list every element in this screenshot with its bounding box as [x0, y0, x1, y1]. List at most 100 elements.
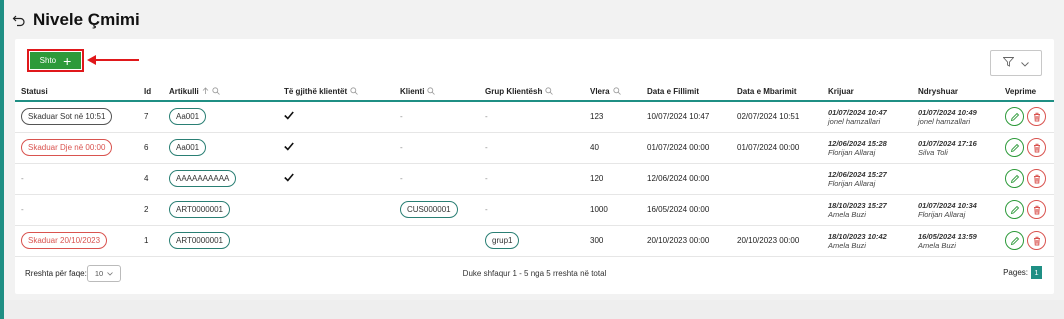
- trash-icon: [1033, 174, 1040, 183]
- group-chip[interactable]: grup1: [485, 232, 520, 249]
- item-chip[interactable]: Aa001: [169, 139, 207, 156]
- edit-button[interactable]: [1005, 138, 1024, 157]
- item-cell: ART0000001: [163, 225, 278, 257]
- start-date-cell: 20/10/2023 00:00: [641, 225, 731, 257]
- pagination: Pages: 1: [1003, 266, 1042, 279]
- end-date-cell: 02/07/2024 10:51: [731, 101, 822, 133]
- item-cell: Aa001: [163, 132, 278, 164]
- search-icon[interactable]: [350, 86, 358, 97]
- end-date-cell: 20/10/2023 00:00: [731, 225, 822, 257]
- column-header-grup[interactable]: Grup Klientësh: [479, 83, 584, 102]
- group-cell: -: [479, 101, 584, 133]
- client-cell: -: [394, 101, 479, 133]
- item-cell: ART0000001: [163, 194, 278, 226]
- pencil-icon: [1010, 205, 1019, 214]
- value-cell: 123: [584, 101, 641, 133]
- trash-icon: [1033, 205, 1040, 214]
- search-icon[interactable]: [427, 86, 436, 97]
- column-header-klienti[interactable]: Klienti: [394, 83, 479, 102]
- modified-cell: [912, 163, 999, 195]
- actions-cell: [999, 101, 1054, 133]
- add-button-label: Shto: [39, 56, 57, 65]
- column-header-artikulli[interactable]: Artikulli: [163, 83, 278, 102]
- filter-button[interactable]: [990, 50, 1042, 76]
- table-row: Skaduar Sot në 10:51 7 Aa001 - - 123 10/…: [15, 101, 1054, 133]
- column-header-id: Id: [138, 83, 163, 102]
- created-cell: 01/07/2024 10:47 jonel hamzallari: [822, 101, 912, 133]
- search-icon[interactable]: [212, 86, 220, 97]
- bottom-strip: [4, 300, 1064, 319]
- back-icon[interactable]: [12, 13, 26, 27]
- modified-cell: 01/07/2024 10:34 Florijan Allaraj: [912, 194, 999, 226]
- column-header-vlera[interactable]: Vlera: [584, 83, 641, 102]
- search-icon[interactable]: [545, 86, 554, 97]
- client-cell: [394, 225, 479, 257]
- add-button[interactable]: Shto +: [30, 52, 81, 69]
- table-row: - 4 AAAAAAAAAA - - 120 12/06/2024 00:00 …: [15, 163, 1054, 195]
- created-cell: 12/06/2024 15:28 Florijan Allaraj: [822, 132, 912, 164]
- created-cell: 12/06/2024 15:27 Florijan Allaraj: [822, 163, 912, 195]
- start-date-cell: 10/07/2024 10:47: [641, 101, 731, 133]
- all-clients-cell: [278, 101, 394, 133]
- item-chip[interactable]: Aa001: [169, 108, 207, 126]
- page-button-1[interactable]: 1: [1031, 266, 1042, 279]
- modified-cell: 16/05/2024 13:59 Amela Buzi: [912, 225, 999, 257]
- value-cell: 40: [584, 132, 641, 164]
- created-by: Florijan Allaraj: [828, 178, 876, 188]
- edit-button[interactable]: [1005, 107, 1024, 127]
- column-header-statusi: Statusi: [15, 83, 138, 102]
- client-cell: -: [394, 132, 479, 164]
- price-levels-table: Statusi Id Artikulli Të gjithë klientët …: [15, 83, 1054, 257]
- start-date-cell: 12/06/2024 00:00: [641, 163, 731, 195]
- client-chip[interactable]: CUS000001: [400, 201, 458, 218]
- end-date-cell: 01/07/2024 00:00: [731, 132, 822, 164]
- sort-up-icon[interactable]: [202, 86, 209, 97]
- modified-by: Amela Buzi: [918, 240, 956, 250]
- trash-icon: [1033, 236, 1040, 245]
- item-chip[interactable]: ART0000001: [169, 201, 230, 218]
- item-chip[interactable]: AAAAAAAAAA: [169, 170, 237, 187]
- created-by: Amela Buzi: [828, 209, 866, 219]
- column-header-all-clients[interactable]: Të gjithë klientët: [278, 83, 394, 102]
- item-chip[interactable]: ART0000001: [169, 232, 230, 249]
- delete-button[interactable]: [1027, 138, 1046, 157]
- actions-cell: [999, 225, 1054, 257]
- value-cell: 120: [584, 163, 641, 195]
- status-cell: Skaduar Dje në 00:00: [15, 132, 138, 164]
- modified-date: 01/07/2024 10:49: [918, 107, 977, 117]
- delete-button[interactable]: [1027, 200, 1046, 219]
- status-cell: -: [15, 194, 138, 226]
- edit-button[interactable]: [1005, 231, 1024, 250]
- start-date-cell: 16/05/2024 00:00: [641, 194, 731, 226]
- status-badge: Skaduar 20/10/2023: [21, 232, 108, 249]
- end-date-cell: [731, 163, 822, 195]
- table-row: - 2 ART0000001 CUS000001 - 1000 16/05/20…: [15, 194, 1054, 226]
- page-header: Nivele Çmimi: [12, 9, 140, 31]
- column-header-modified: Ndryshuar: [912, 83, 999, 102]
- column-header-artikulli-label: Artikulli: [169, 86, 199, 96]
- delete-button[interactable]: [1027, 231, 1046, 250]
- pencil-icon: [1010, 112, 1019, 121]
- end-date-cell: [731, 194, 822, 226]
- table-row: Skaduar 20/10/2023 1 ART0000001 grup1 30…: [15, 225, 1054, 257]
- created-by: Florijan Allaraj: [828, 147, 876, 157]
- checkmark-icon: [284, 173, 294, 184]
- content-card: Shto + Statusi Id Artikulli Të gjithë kl…: [15, 39, 1054, 294]
- client-cell: CUS000001: [394, 194, 479, 226]
- modified-date: 16/05/2024 13:59: [918, 231, 977, 241]
- created-cell: 18/10/2023 10:42 Amela Buzi: [822, 225, 912, 257]
- search-icon[interactable]: [612, 86, 621, 97]
- item-cell: AAAAAAAAAA: [163, 163, 278, 195]
- delete-button[interactable]: [1027, 169, 1046, 188]
- actions-cell: [999, 132, 1054, 164]
- edit-button[interactable]: [1005, 200, 1024, 219]
- id-cell: 2: [138, 194, 163, 226]
- created-cell: 18/10/2023 15:27 Amela Buzi: [822, 194, 912, 226]
- table-row: Skaduar Dje në 00:00 6 Aa001 - - 40 01/0…: [15, 132, 1054, 164]
- pencil-icon: [1010, 236, 1019, 245]
- add-button-highlight: Shto +: [27, 49, 84, 72]
- delete-button[interactable]: [1027, 107, 1046, 127]
- created-date: 12/06/2024 15:28: [828, 138, 887, 148]
- edit-button[interactable]: [1005, 169, 1024, 188]
- column-header-klienti-label: Klienti: [400, 86, 425, 96]
